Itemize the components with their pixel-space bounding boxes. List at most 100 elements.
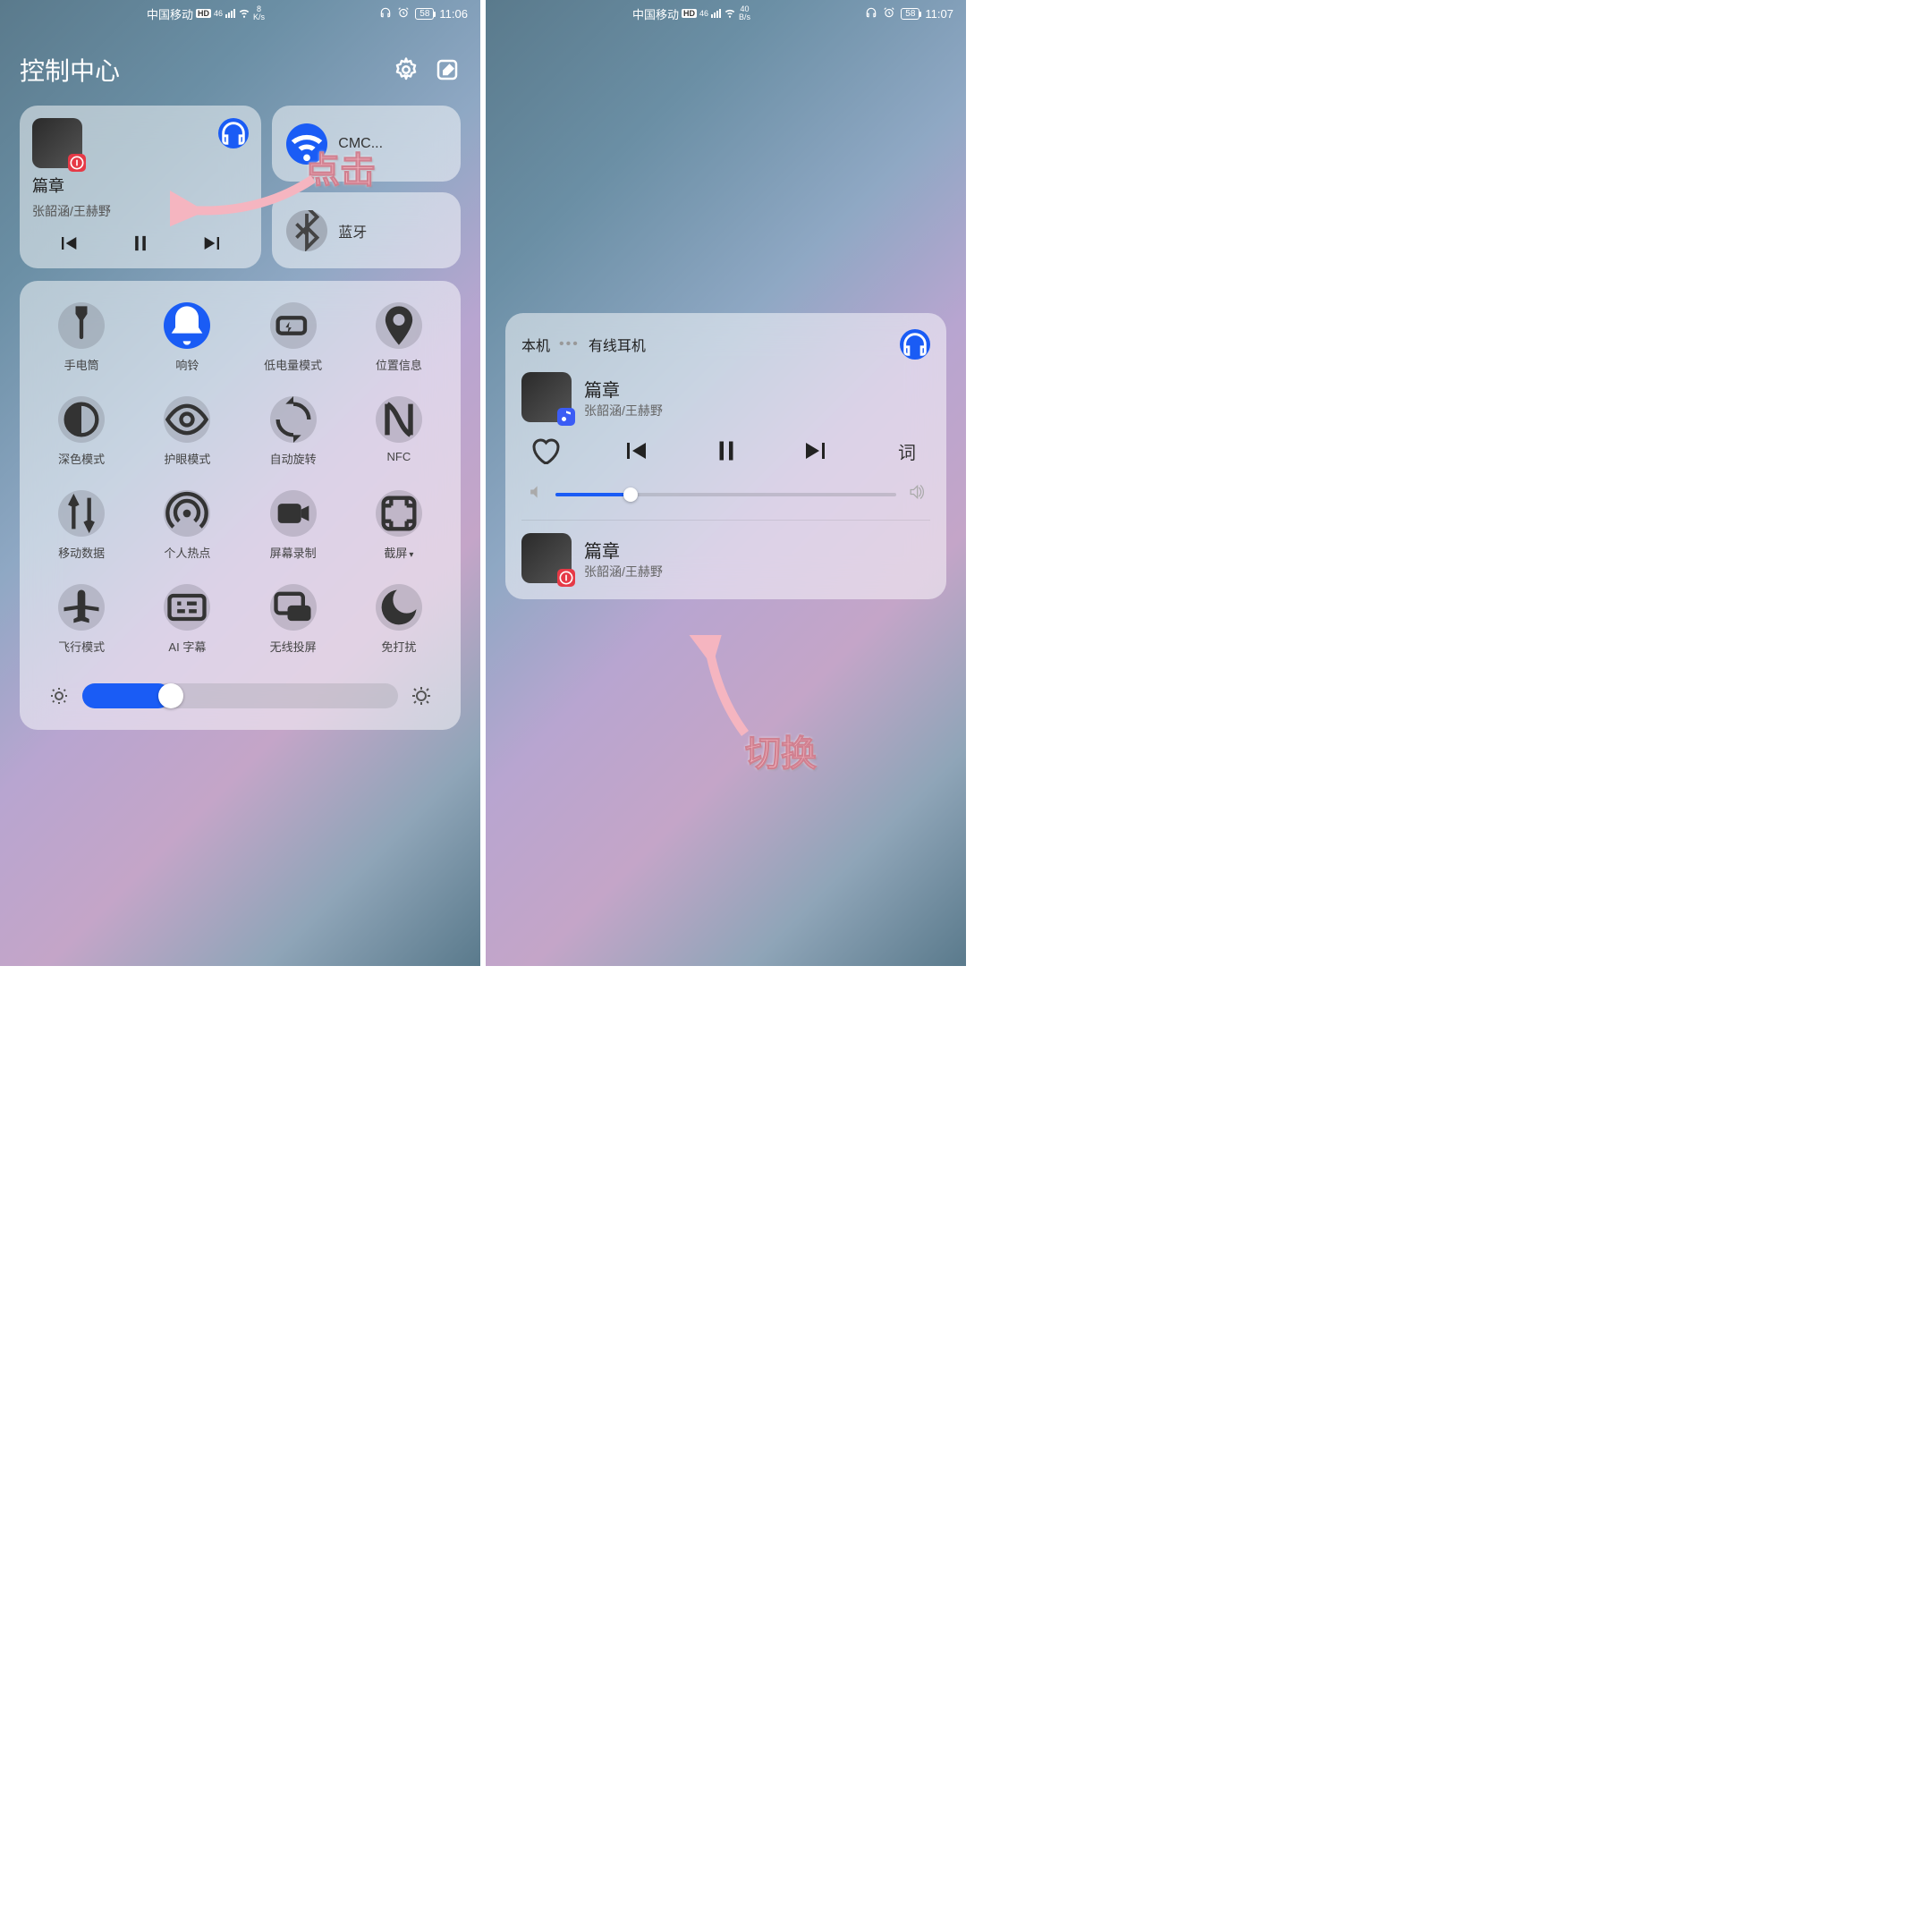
record-icon: [270, 490, 317, 537]
toggle-battery-saver[interactable]: 低电量模式: [244, 302, 343, 373]
audio-output-button[interactable]: [900, 329, 930, 360]
toggle-screenshot[interactable]: 截屏▾: [350, 490, 448, 561]
toggle-hotspot[interactable]: 个人热点: [138, 490, 236, 561]
dark-icon: [58, 396, 105, 443]
wifi-icon: [238, 6, 250, 21]
toggle-data[interactable]: 移动数据: [32, 490, 131, 561]
speed-label: 40B/s: [739, 5, 750, 21]
album-art: [32, 118, 82, 168]
netease-badge-icon: [68, 154, 86, 172]
toggle-eye[interactable]: 护眼模式: [138, 396, 236, 467]
toggle-label: 位置信息: [376, 356, 422, 373]
rotate-icon: [270, 396, 317, 443]
toggle-label: 屏幕录制: [270, 544, 317, 561]
toggle-label: 自动旋转: [270, 450, 317, 467]
annotation-switch: 切换: [745, 724, 817, 776]
prev-button[interactable]: [55, 231, 80, 256]
settings-button[interactable]: [393, 56, 419, 83]
netease-badge-icon: [557, 569, 575, 587]
album-art: [521, 533, 572, 583]
toggle-label: NFC: [387, 450, 411, 463]
toggle-airplane[interactable]: 飞行模式: [32, 584, 131, 655]
pause-button[interactable]: [128, 231, 153, 256]
song-title: 篇章: [584, 537, 663, 563]
like-button[interactable]: [529, 435, 561, 467]
bluetooth-tile[interactable]: 蓝牙: [272, 192, 461, 268]
hd-badge: HD: [682, 9, 697, 18]
battery-indicator: 58: [415, 8, 434, 20]
toggle-cast[interactable]: 无线投屏: [244, 584, 343, 655]
battery-saver-icon: [270, 302, 317, 349]
output-tab-device[interactable]: 本机: [521, 334, 550, 355]
toggle-nfc[interactable]: NFC: [350, 396, 448, 467]
song-title: 篇章: [32, 174, 249, 197]
song-artist: 张韶涵/王赫野: [584, 402, 663, 419]
bluetooth-label: 蓝牙: [338, 220, 367, 242]
hotspot-icon: [164, 490, 210, 537]
flashlight-icon: [58, 302, 105, 349]
volume-high-icon: [907, 483, 925, 505]
toggle-flashlight[interactable]: 手电筒: [32, 302, 131, 373]
volume-slider[interactable]: [521, 479, 930, 520]
prev-button[interactable]: [619, 435, 651, 467]
wifi-tile[interactable]: CMC...: [272, 106, 461, 182]
page-title: 控制中心: [20, 52, 378, 88]
volume-low-icon: [527, 483, 545, 505]
toggle-location[interactable]: 位置信息: [350, 302, 448, 373]
arrow-icon: [682, 635, 772, 742]
album-art: [521, 372, 572, 422]
hd-badge: HD: [196, 9, 211, 18]
music-app-badge-icon: [557, 408, 575, 426]
status-bar: 中国移动 HD 46 8K/s 58 11:06: [0, 0, 480, 27]
phone-left: 中国移动 HD 46 8K/s 58 11:06 控制中心: [0, 0, 480, 966]
airplane-icon: [58, 584, 105, 631]
toggle-subtitle[interactable]: AI 字幕: [138, 584, 236, 655]
music-widget[interactable]: 篇章 张韶涵/王赫野: [20, 106, 261, 268]
pause-button[interactable]: [710, 435, 742, 467]
carrier-label: 中国移动: [147, 5, 193, 22]
speed-label: 8K/s: [253, 5, 265, 21]
location-icon: [376, 302, 422, 349]
toggle-record[interactable]: 屏幕录制: [244, 490, 343, 561]
alarm-icon: [397, 6, 410, 21]
status-bar: 中国移动 HD 46 40B/s 58 11:07: [486, 0, 966, 27]
toggle-label: 无线投屏: [270, 638, 317, 655]
dnd-icon: [376, 584, 422, 631]
edit-button[interactable]: [434, 56, 461, 83]
secondary-player-item[interactable]: 篇章 张韶涵/王赫野: [521, 533, 930, 583]
toggle-rotate[interactable]: 自动旋转: [244, 396, 343, 467]
toggle-bell[interactable]: 响铃: [138, 302, 236, 373]
toggle-label: 移动数据: [58, 544, 105, 561]
wifi-icon: [724, 6, 736, 21]
toggle-dnd[interactable]: 免打扰: [350, 584, 448, 655]
wifi-icon: [286, 123, 327, 165]
toggle-label: 免打扰: [381, 638, 416, 655]
net-gen: 46: [699, 9, 708, 18]
tab-separator: •••: [559, 336, 580, 352]
toggle-label: 飞行模式: [58, 638, 105, 655]
eye-icon: [164, 396, 210, 443]
audio-output-button[interactable]: [218, 118, 249, 148]
signal-icon: [225, 9, 235, 18]
brightness-high-icon: [411, 685, 432, 707]
next-button[interactable]: [801, 435, 833, 467]
song-artist: 张韶涵/王赫野: [32, 202, 249, 220]
nfc-icon: [376, 396, 422, 443]
control-center-header: 控制中心: [20, 52, 461, 88]
bluetooth-icon: [286, 210, 327, 251]
brightness-low-icon: [48, 685, 70, 707]
headphones-icon: [865, 6, 877, 21]
wifi-label: CMC...: [338, 136, 383, 152]
output-tab-wired[interactable]: 有线耳机: [589, 334, 646, 355]
toggle-label: 护眼模式: [164, 450, 210, 467]
toggle-dark[interactable]: 深色模式: [32, 396, 131, 467]
next-button[interactable]: [200, 231, 225, 256]
toggle-label: 手电筒: [64, 356, 99, 373]
lyrics-button[interactable]: 词: [891, 435, 923, 467]
brightness-slider[interactable]: [32, 678, 448, 708]
song-title: 篇章: [584, 376, 663, 402]
toggle-label: 响铃: [175, 356, 199, 373]
bell-icon: [164, 302, 210, 349]
battery-indicator: 58: [901, 8, 919, 20]
alarm-icon: [883, 6, 895, 21]
